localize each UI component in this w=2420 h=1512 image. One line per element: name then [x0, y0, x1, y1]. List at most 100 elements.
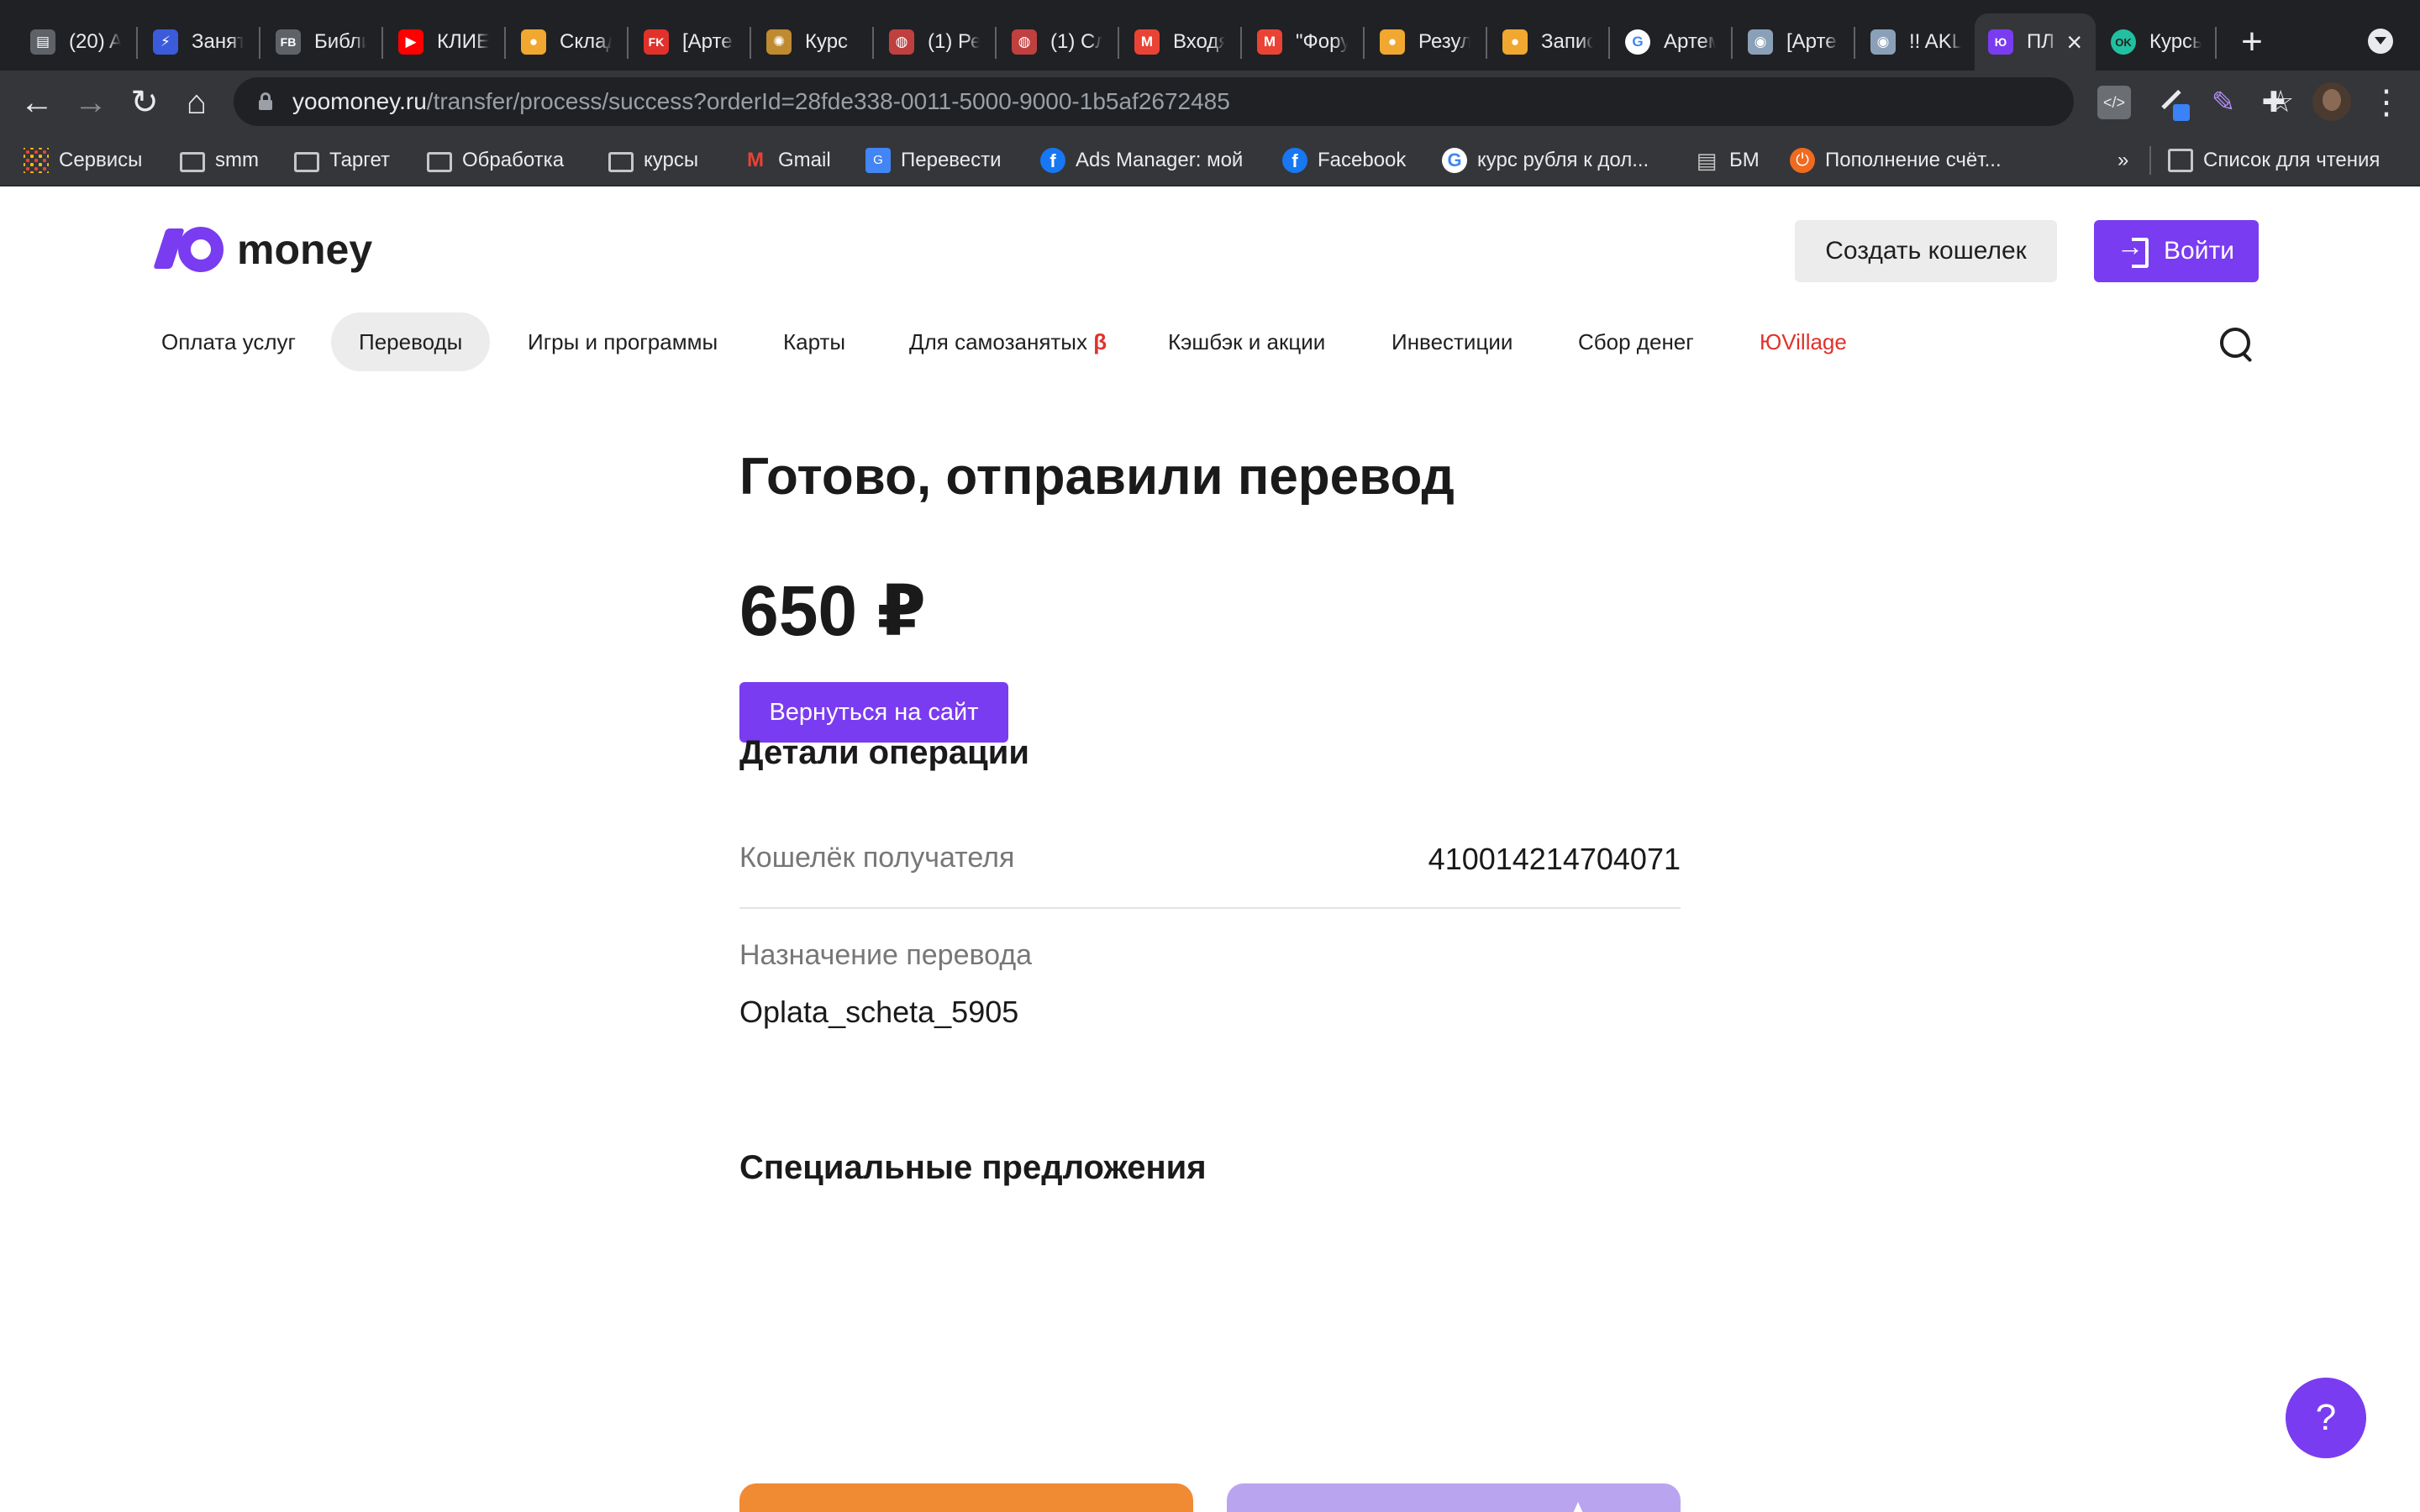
bookmark-item[interactable]: Gкурс рубля к дол... — [1442, 134, 1649, 186]
nav-item-cards[interactable]: Карты — [783, 312, 845, 371]
coins-icon: ● — [1380, 29, 1405, 55]
more-bookmarks-button[interactable]: » — [2118, 134, 2128, 186]
profile-avatar[interactable] — [2312, 82, 2351, 121]
browser-tab[interactable]: ⚡ Занят — [139, 13, 257, 71]
offer-card-lilac[interactable] — [1227, 1483, 1681, 1512]
nav-item-investments[interactable]: Инвестиции — [1392, 312, 1512, 371]
gmail-icon: M — [1134, 29, 1160, 55]
browser-tab[interactable]: FK [Арте — [630, 13, 748, 71]
new-tab-button[interactable]: + — [2235, 20, 2269, 64]
browser-tab[interactable]: ▤ (20) A — [17, 13, 134, 71]
printer-icon: ▤ — [1696, 148, 1718, 173]
bookmark-folder[interactable]: Таргет — [294, 134, 390, 186]
nav-item-self-employed[interactable]: Для самозанятых β — [909, 312, 1107, 371]
reload-icon[interactable]: ↻ — [123, 81, 166, 124]
lock-icon[interactable] — [259, 92, 272, 110]
browser-tab[interactable]: ◉ [Арте — [1734, 13, 1852, 71]
browser-tab[interactable]: ◍ (1) Ре — [876, 13, 993, 71]
browser-tab[interactable]: M "Фору — [1244, 13, 1361, 71]
bookmark-item[interactable]: Сервисы — [24, 134, 142, 186]
close-tab-icon[interactable]: × — [2066, 27, 2082, 58]
bolt-icon: ⚡ — [153, 29, 178, 55]
folder-icon — [427, 152, 452, 172]
browser-tab[interactable]: G Артем — [1612, 13, 1729, 71]
reading-list-icon — [2168, 149, 2193, 172]
beta-badge: β — [1093, 329, 1107, 354]
nav-item-games[interactable]: Игры и программы — [528, 312, 718, 371]
printer-icon: ▤ — [30, 29, 55, 55]
gmail-icon: M — [747, 149, 764, 171]
browser-tab[interactable]: ● Запис — [1489, 13, 1607, 71]
main-nav: Оплата услуг Переводы Игры и программы К… — [0, 312, 2420, 371]
page-title: Готово, отправили перевод — [739, 448, 1455, 506]
page: money Создать кошелек Войти Оплата услуг… — [0, 186, 2420, 1512]
back-arrow-icon[interactable]: ← — [15, 81, 59, 124]
translate-icon: G — [865, 148, 891, 173]
nav-item-transfers[interactable]: Переводы — [331, 312, 491, 371]
bookmark-item[interactable]: G Перевести — [865, 134, 1002, 186]
browser-toolbar: ← → ↻ ⌂ yoomoney.ru/transfer/process/suc… — [0, 71, 2420, 134]
eyedropper-extension-icon[interactable] — [2156, 86, 2190, 121]
tab-search-icon[interactable] — [2368, 29, 2393, 54]
bookmark-item[interactable]: f Facebook — [1282, 134, 1406, 186]
yoomoney-logo-icon — [153, 227, 227, 272]
browser-tab[interactable]: FBБибли — [262, 13, 380, 71]
youtube-icon: ▶ — [398, 29, 424, 55]
transfer-amount: 650 ₽ — [739, 571, 926, 650]
bookmark-item[interactable]: ▤ БМ — [1694, 134, 1760, 186]
folder-icon — [180, 152, 205, 172]
create-wallet-button[interactable]: Создать кошелек — [1795, 220, 2057, 282]
browser-tab-active[interactable]: Ю ПЛ × — [1975, 13, 2096, 71]
folder-icon — [294, 152, 319, 172]
browser-tab[interactable]: ◍ (1) Сл — [998, 13, 1116, 71]
sunburst-icon: ✺ — [766, 29, 792, 55]
home-icon[interactable]: ⌂ — [175, 81, 218, 124]
puzzle-extensions-icon[interactable]: ✚ — [2257, 86, 2291, 119]
browser-tab[interactable]: ● Резул — [1366, 13, 1484, 71]
yoomoney-logo[interactable]: money — [153, 225, 372, 274]
google-icon: G — [1442, 148, 1467, 173]
url-text[interactable]: yoomoney.ru/transfer/process/success?ord… — [292, 77, 1230, 126]
browser-tab[interactable]: ◉!! AKL — [1857, 13, 1975, 71]
bookmark-divider — [2149, 146, 2151, 175]
fb-library-icon: FB — [276, 29, 301, 55]
nav-item-cashback[interactable]: Кэшбэк и акции — [1168, 312, 1325, 371]
purpose-label: Назначение перевода — [739, 939, 1033, 971]
browser-tab[interactable]: ●Склад — [508, 13, 625, 71]
globe-icon: ◉ — [1870, 29, 1896, 55]
login-button[interactable]: Войти — [2094, 220, 2259, 282]
wallet-number: 410014214704071 — [1428, 842, 1681, 876]
fk-icon: FK — [644, 29, 669, 55]
bookmark-folder[interactable]: smm — [180, 134, 259, 186]
search-icon[interactable] — [2218, 326, 2255, 363]
browser-menu-icon[interactable]: ⋮ — [2370, 81, 2403, 124]
special-offers-heading: Специальные предложения — [739, 1149, 1207, 1186]
browser-tab[interactable]: ▶ КЛИЕ — [385, 13, 502, 71]
yoomoney-icon: Ю — [1988, 29, 2013, 55]
login-icon — [2117, 231, 2149, 268]
bookmark-folder[interactable]: курсы — [608, 134, 698, 186]
nav-item-yuvillage[interactable]: ЮVillage — [1760, 312, 1847, 371]
bookmarks-bar: Сервисы smm Таргет Обработка курсы M Gmai… — [0, 134, 2420, 186]
bookmark-item[interactable]: ⏻ Пополнение счёт... — [1790, 134, 2002, 186]
forward-arrow-icon[interactable]: → — [69, 81, 113, 124]
details-row-wallet: Кошелёк получателя 410014214704071 — [739, 842, 1681, 909]
address-bar[interactable]: yoomoney.ru/transfer/process/success?ord… — [234, 77, 2294, 126]
help-button[interactable]: ? — [2286, 1378, 2366, 1458]
nav-item-fundraising[interactable]: Сбор денег — [1578, 312, 1694, 371]
globe-icon: ◉ — [1748, 29, 1773, 55]
folder-icon — [608, 152, 634, 172]
offer-card-orange[interactable] — [739, 1483, 1193, 1512]
nav-item-payments[interactable]: Оплата услуг — [161, 312, 296, 371]
browser-tab[interactable]: OK Курсы — [2097, 13, 2215, 71]
browser-tab[interactable]: M Входя — [1121, 13, 1239, 71]
bookmark-folder[interactable]: Обработка — [427, 134, 564, 186]
facebook-icon: f — [1040, 148, 1065, 173]
reading-list-button[interactable]: Список для чтения — [2168, 134, 2380, 186]
bookmark-item[interactable]: f Ads Manager: мой — [1040, 134, 1243, 186]
bookmark-item[interactable]: M Gmail — [743, 134, 831, 186]
facebook-icon: f — [1282, 148, 1307, 173]
browser-tab[interactable]: ✺ Курс — [753, 13, 871, 71]
feather-extension-icon[interactable]: ✎ — [2207, 86, 2240, 119]
code-extension-icon[interactable]: </> — [2097, 86, 2131, 119]
